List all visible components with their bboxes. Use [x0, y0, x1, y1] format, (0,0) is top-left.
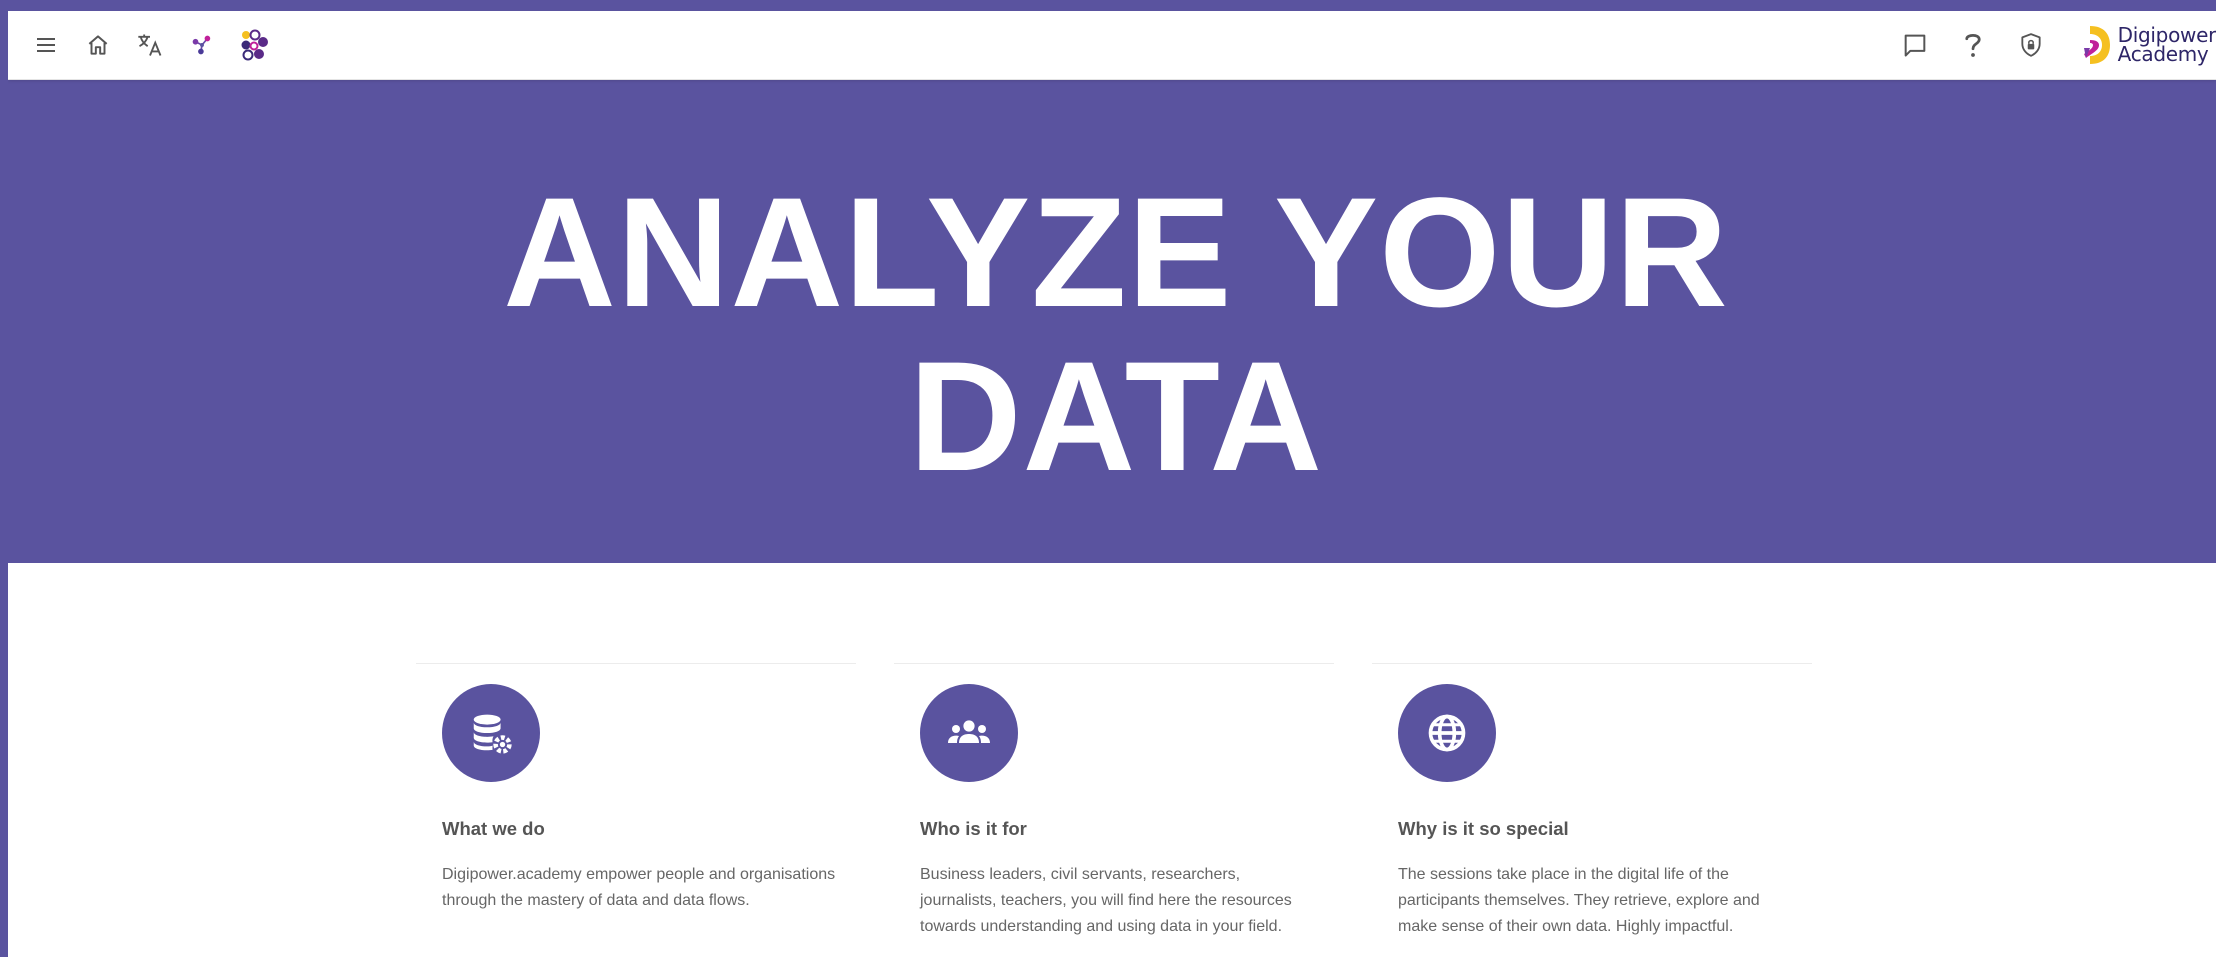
feature-card-who-is-it-for: Who is it for Business leaders, civil se…	[894, 663, 1334, 940]
menu-button[interactable]	[20, 19, 72, 71]
help-icon	[1965, 33, 1981, 57]
menu-icon	[37, 38, 55, 52]
feature-title: Why is it so special	[1398, 818, 1569, 839]
feature-icon-circle	[1398, 684, 1496, 782]
translate-icon	[138, 34, 162, 56]
logo-text: Digipower Academy	[2117, 25, 2216, 66]
people-group-icon	[948, 720, 990, 743]
home-icon	[88, 35, 108, 55]
home-button[interactable]	[72, 19, 124, 71]
feature-icon-circle	[442, 684, 540, 782]
feature-description: The sessions take place in the digital l…	[1398, 866, 1760, 935]
feature-card-what-we-do: What we do Digipower.academy empower peo…	[416, 663, 856, 914]
toolbar-right-group: Digipower Academy	[1886, 11, 2216, 79]
feature-description: Business leaders, civil servants, resear…	[920, 866, 1292, 935]
feature-title: Who is it for	[920, 818, 1027, 839]
features-section: What we do Digipower.academy empower peo…	[8, 563, 2216, 957]
logo-line-2: Academy	[2117, 42, 2209, 66]
hero-title: ANALYZE YOUR DATA	[8, 171, 2216, 499]
globe-icon	[1428, 714, 1466, 752]
circles-logo-button[interactable]	[228, 19, 280, 71]
graph-icon	[192, 35, 211, 55]
feature-icon-circle	[920, 684, 1018, 782]
database-gear-icon	[473, 714, 512, 754]
privacy-button[interactable]	[2002, 19, 2060, 71]
digipower-logo-mark-icon	[2083, 26, 2110, 64]
chat-icon	[1904, 34, 1925, 57]
app-frame: Digipower Academy ANALYZE YOUR DATA What…	[8, 11, 2216, 957]
toolbar-left-group	[20, 11, 280, 79]
digipower-academy-logo[interactable]: Digipower Academy	[2082, 11, 2216, 79]
help-button[interactable]	[1944, 19, 2002, 71]
feature-title: What we do	[442, 818, 545, 839]
privacy-shield-icon	[2021, 33, 2041, 57]
feature-description: Digipower.academy empower people and org…	[442, 866, 836, 909]
translate-button[interactable]	[124, 19, 176, 71]
chat-button[interactable]	[1886, 19, 1944, 71]
hero-title-line-2: DATA	[908, 330, 1324, 504]
hero-banner: ANALYZE YOUR DATA	[8, 79, 2216, 563]
circles-logo-icon	[241, 29, 268, 61]
graph-button[interactable]	[176, 19, 228, 71]
hero-title-line-1: ANALYZE YOUR	[503, 166, 1729, 340]
feature-card-why-special: Why is it so special The sessions take p…	[1372, 663, 1812, 940]
top-toolbar: Digipower Academy	[8, 11, 2216, 80]
